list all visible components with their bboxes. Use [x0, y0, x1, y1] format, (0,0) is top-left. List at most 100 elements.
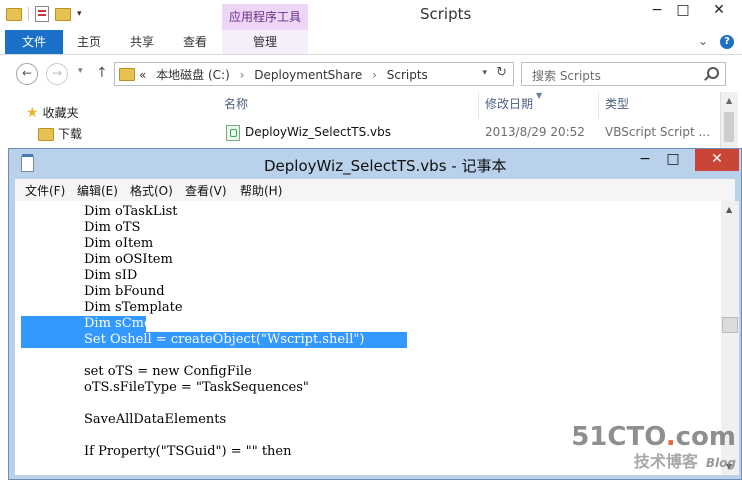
code-line-text: Dim bFound [84, 284, 165, 299]
code-line-text: Dim sTemplate [84, 300, 183, 315]
code-line: set oTS = new ConfigFile [15, 364, 715, 380]
code-line: Dim sTemplate [15, 300, 715, 316]
breadcrumb-item-scripts[interactable]: Scripts [387, 68, 428, 82]
tab-view[interactable]: 查看 [180, 30, 210, 54]
navigation-pane: ★ 收藏夹 下载 [0, 92, 205, 152]
close-icon[interactable]: ✕ [704, 0, 734, 22]
code-line-text: oTS.sFileType = "TaskSequences" [84, 380, 309, 395]
code-line-text: Dim sID [84, 268, 138, 283]
notepad-titlebar[interactable]: DeployWiz_SelectTS.vbs - 记事本 − □ ✕ [9, 149, 741, 179]
menu-file[interactable]: 文件(F) [25, 182, 65, 199]
refresh-icon[interactable]: ↻ [496, 65, 507, 80]
qat-separator [28, 7, 29, 21]
menu-view[interactable]: 查看(V) [185, 182, 227, 199]
code-line: Dim oOSItem [15, 252, 715, 268]
folder-icon [119, 68, 135, 81]
explorer-scrollbar[interactable]: ▲ [720, 92, 738, 152]
menu-help[interactable]: 帮助(H) [240, 182, 282, 199]
scroll-up-icon[interactable]: ▲ [726, 96, 732, 105]
ribbon-expand-icon[interactable]: ⌄ [698, 34, 708, 48]
column-header-modified[interactable]: 修改日期 [485, 92, 533, 120]
code-line-text: If Property("TSGuid") = "" then [84, 444, 292, 459]
scroll-up-icon[interactable]: ▲ [726, 205, 732, 214]
tab-manage[interactable]: 管理 [250, 30, 280, 54]
tab-file[interactable]: 文件 [5, 30, 63, 54]
minimize-icon[interactable]: − [631, 149, 659, 171]
close-icon[interactable]: ✕ [695, 149, 739, 171]
nav-item-label: 收藏夹 [42, 106, 79, 120]
search-icon[interactable] [707, 67, 719, 79]
tab-home[interactable]: 主页 [74, 30, 104, 54]
code-line-text: SaveAllDataElements [84, 412, 227, 427]
breadcrumb-separator-icon: › [372, 68, 377, 82]
watermark-logo: 51CTO.com 技术博客 Blog [571, 422, 736, 472]
tab-share[interactable]: 共享 [127, 30, 157, 54]
breadcrumb-overflow[interactable]: « [139, 68, 146, 82]
breadcrumb: « 本地磁盘 (C:) › DeploymentShare › Scripts [139, 66, 434, 83]
folder-icon[interactable] [6, 7, 22, 21]
menu-format[interactable]: 格式(O) [130, 182, 173, 199]
column-header-name[interactable]: 名称 [224, 92, 248, 120]
sort-down-icon: ▼ [536, 91, 543, 100]
properties-icon[interactable] [35, 6, 49, 22]
column-divider[interactable] [478, 92, 479, 118]
recent-locations-icon[interactable]: ▾ [78, 66, 83, 76]
code-line-text: Dim sCmd [84, 316, 153, 331]
breadcrumb-separator-icon: › [239, 68, 245, 82]
file-name: DeployWiz_SelectTS.vbs [245, 125, 392, 139]
code-line: Dim sCmd [21, 316, 152, 332]
quick-access-toolbar: ▾ [6, 6, 82, 22]
file-type: VBScript Script ... [605, 125, 710, 139]
code-line: Dim bFound [15, 284, 715, 300]
menu-edit[interactable]: 编辑(E) [77, 182, 118, 199]
forward-button[interactable]: → [46, 63, 68, 85]
maximize-icon[interactable]: □ [668, 0, 698, 22]
watermark-sub: 技术博客 [633, 452, 698, 471]
code-line: Dim oItem [15, 236, 715, 252]
star-icon: ★ [26, 105, 39, 121]
code-line: Dim sID [15, 268, 715, 284]
qat-dropdown-icon[interactable]: ▾ [77, 9, 82, 19]
code-line-text: Dim oTS [84, 220, 141, 235]
back-button[interactable]: ← [16, 63, 38, 85]
up-arrow-icon[interactable]: ↑ [96, 65, 108, 81]
notepad-menubar: 文件(F) 编辑(E) 格式(O) 查看(V) 帮助(H) [15, 179, 735, 201]
code-line-text: set oTS = new ConfigFile [84, 364, 252, 379]
code-line-text: Dim oItem [84, 236, 154, 251]
breadcrumb-item-deploymentshare[interactable]: DeploymentShare [254, 68, 362, 82]
address-bar[interactable]: « 本地磁盘 (C:) › DeploymentShare › Scripts … [114, 62, 514, 86]
folder-icon [38, 128, 54, 141]
navigation-bar: ← → ▾ ↑ « 本地磁盘 (C:) › DeploymentShare › … [0, 56, 742, 90]
code-line: Set Oshell = createObject("Wscript.shell… [21, 332, 408, 348]
watermark-blog: Blog [705, 456, 736, 470]
notepad-icon[interactable] [21, 154, 34, 172]
nav-item-label: 下载 [58, 127, 83, 141]
new-folder-icon[interactable] [55, 7, 71, 21]
column-header-type[interactable]: 类型 [605, 92, 629, 120]
code-line: oTS.sFileType = "TaskSequences" [15, 380, 715, 396]
file-row[interactable]: DeployWiz_SelectTS.vbs 2013/8/29 20:52 V… [220, 121, 720, 145]
code-line-text: Dim oOSItem [84, 252, 173, 267]
contextual-tab-app-tools: 应用程序工具 [222, 4, 308, 30]
nav-item-favorites[interactable]: ★ 收藏夹 [26, 104, 79, 121]
file-modified: 2013/8/29 20:52 [485, 125, 585, 139]
code-line-text: Set Oshell = createObject("Wscript.shell… [84, 332, 365, 347]
notepad-window-title: DeployWiz_SelectTS.vbs - 记事本 [264, 157, 507, 175]
maximize-icon[interactable]: □ [659, 149, 687, 171]
column-divider[interactable] [598, 92, 599, 118]
explorer-window-title: Scripts [420, 5, 472, 23]
address-dropdown-icon[interactable]: ▾ [482, 68, 487, 78]
scroll-thumb[interactable] [722, 317, 738, 333]
breadcrumb-item-drive[interactable]: 本地磁盘 (C:) [156, 68, 230, 82]
explorer-titlebar: ▾ 应用程序工具 Scripts − □ ✕ [0, 0, 742, 31]
vbscript-file-icon [226, 125, 240, 141]
nav-item-downloads[interactable]: 下载 [38, 125, 82, 142]
scroll-thumb[interactable] [724, 112, 734, 142]
code-line-text: Dim oTaskList [84, 204, 178, 219]
search-input[interactable]: 搜索 Scripts [521, 62, 726, 86]
help-icon[interactable]: ? [720, 35, 734, 49]
search-placeholder: 搜索 Scripts [532, 69, 601, 83]
code-line: Dim oTaskList [15, 204, 715, 220]
